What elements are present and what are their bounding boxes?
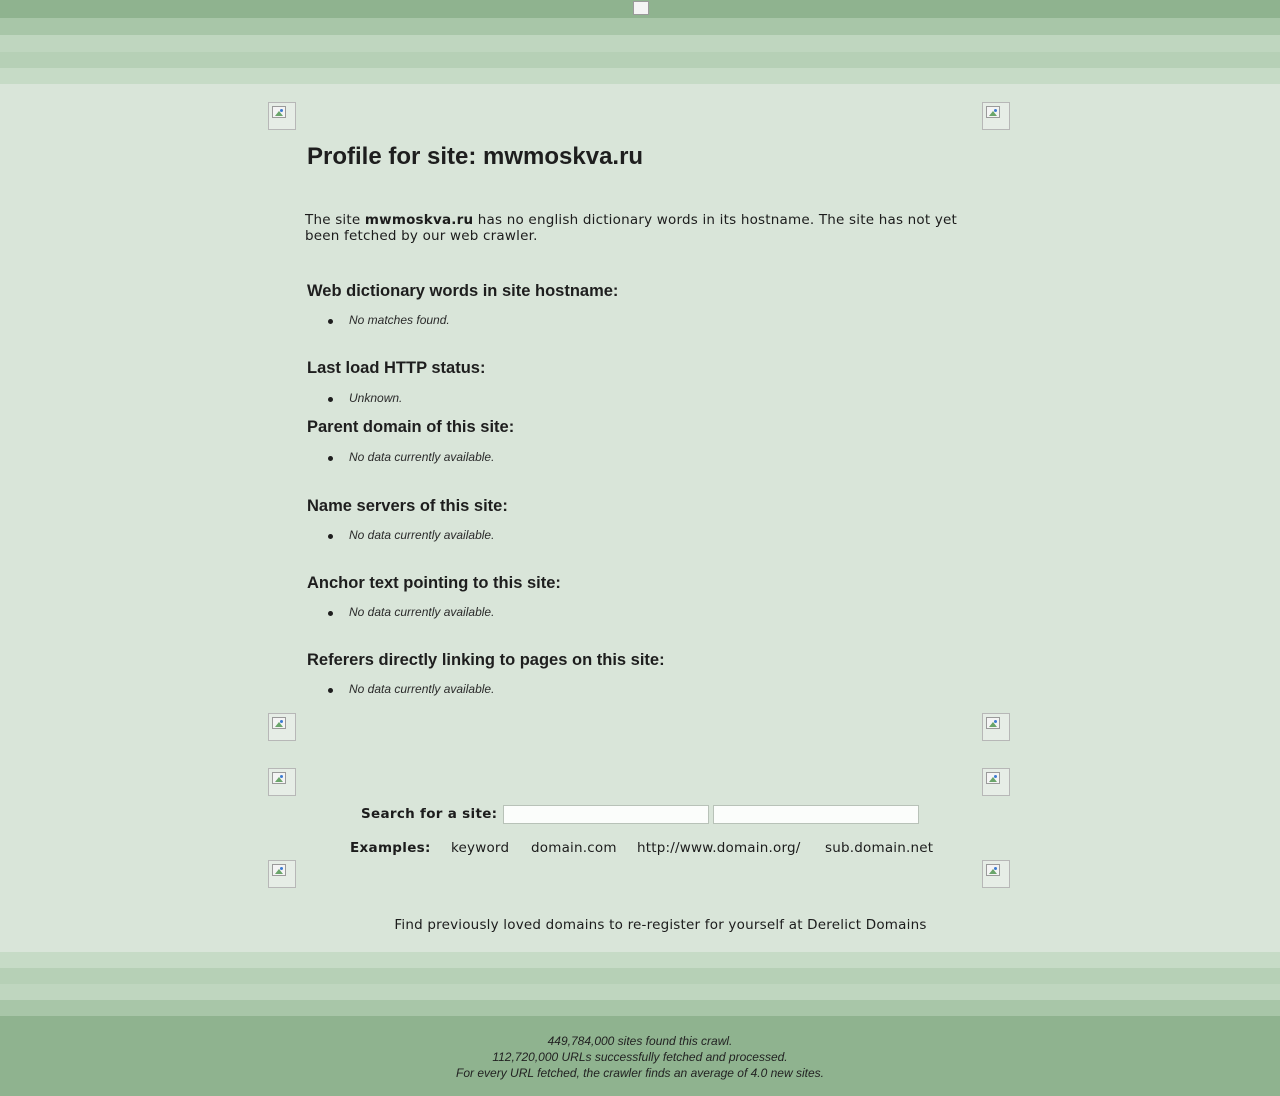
list-item-parent-domain: No data currently available.: [328, 450, 494, 464]
page-title: Profile for site: mwmoskva.ru: [307, 143, 644, 170]
footer-sites-count: 449,784,000 sites found this crawl.: [547, 1034, 733, 1048]
corner-mid-left-icon: [268, 713, 296, 741]
section-heading-dictionary: Web dictionary words in site hostname:: [307, 282, 619, 300]
header-band-5: [0, 68, 1280, 84]
search-input[interactable]: [503, 805, 709, 824]
derelict-domains-link[interactable]: Find previously loved domains to re-regi…: [0, 917, 1280, 933]
section-heading-name-servers: Name servers of this site:: [307, 497, 508, 515]
footer-band-3: [0, 984, 1280, 1000]
example-domain-link[interactable]: domain.com: [531, 840, 617, 856]
list-item-http-status: Unknown.: [328, 391, 402, 405]
search-box-bottom-left-icon: [268, 860, 296, 888]
search-box-top-right-icon: [982, 768, 1010, 796]
footer-band-2: [0, 968, 1280, 984]
header-band-2: [0, 18, 1280, 35]
example-subdomain-link[interactable]: sub.domain.net: [825, 840, 933, 856]
corner-mid-right-icon: [982, 713, 1010, 741]
section-heading-parent-domain: Parent domain of this site:: [307, 418, 515, 436]
search-submit-field[interactable]: [713, 805, 919, 824]
list-item-anchor-text: No data currently available.: [328, 605, 494, 619]
corner-top-right-icon: [982, 102, 1010, 130]
header-logo-broken-image-icon[interactable]: [633, 1, 649, 15]
header-band-4: [0, 52, 1280, 68]
example-url-link[interactable]: http://www.domain.org/: [637, 840, 800, 856]
corner-top-left-icon: [268, 102, 296, 130]
search-label: Search for a site:: [361, 806, 498, 822]
section-heading-anchor-text: Anchor text pointing to this site:: [307, 574, 561, 592]
search-box-top-left-icon: [268, 768, 296, 796]
example-keyword-link[interactable]: keyword: [451, 840, 509, 856]
search-box-bottom-right-icon: [982, 860, 1010, 888]
examples-label: Examples:: [350, 840, 431, 856]
list-item-dictionary: No matches found.: [328, 313, 450, 327]
site-name: mwmoskva.ru: [364, 212, 474, 228]
footer-average: For every URL fetched, the crawler finds…: [456, 1066, 824, 1080]
footer-band-4: [0, 1000, 1280, 1016]
site-intro: The site mwmoskva.ru has no english dict…: [305, 212, 958, 244]
list-item-referers: No data currently available.: [328, 682, 494, 696]
section-heading-http-status: Last load HTTP status:: [307, 359, 486, 377]
footer-urls-count: 112,720,000 URLs successfully fetched an…: [492, 1050, 788, 1064]
footer-band-1: [0, 952, 1280, 968]
list-item-name-servers: No data currently available.: [328, 528, 494, 542]
header-band-3: [0, 35, 1280, 52]
section-heading-referers: Referers directly linking to pages on th…: [307, 651, 665, 669]
